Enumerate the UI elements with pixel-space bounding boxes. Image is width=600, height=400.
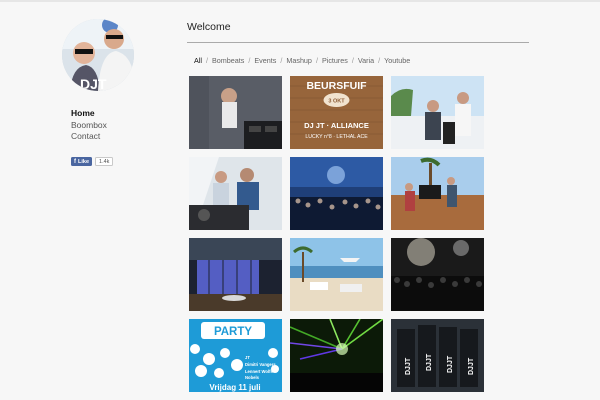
nav-boombox-link[interactable]: Boombox xyxy=(71,120,107,132)
gallery-item-glass-pavilion[interactable] xyxy=(189,238,282,311)
filter-pictures[interactable]: Pictures xyxy=(322,56,348,65)
facebook-like-button[interactable]: f Like xyxy=(71,157,93,166)
svg-text:JT: JT xyxy=(245,355,250,360)
filter-separator: / xyxy=(248,56,251,65)
filter-separator: / xyxy=(206,56,208,65)
svg-text:Dimitri Vangers: Dimitri Vangers xyxy=(245,362,276,367)
merch-label: DJJT xyxy=(426,353,433,371)
svg-text:Nobels: Nobels xyxy=(245,375,260,380)
filter-youtube[interactable]: Youtube xyxy=(384,56,410,65)
facebook-like-widget: f Like 1.4k xyxy=(71,157,114,166)
flyer-heading: PARTY xyxy=(214,326,252,338)
gallery-item-crowd-night[interactable] xyxy=(290,157,383,230)
filter-events[interactable]: Events xyxy=(254,56,276,65)
gallery-item-concert-crowd[interactable] xyxy=(391,238,484,311)
poster-line-2: LUCKY n°8 · LETHAL ACE xyxy=(305,134,368,140)
filter-separator: / xyxy=(378,56,381,65)
filter-varia[interactable]: Varia xyxy=(358,56,374,65)
page-title: Welcome xyxy=(187,21,231,33)
flyer-date: Vrijdag 11 juli xyxy=(209,383,260,392)
facebook-like-label: Like xyxy=(78,158,90,165)
svg-text:Lennert Wolfs: Lennert Wolfs xyxy=(245,369,274,374)
facebook-like-count: 1.4k xyxy=(95,157,114,166)
gallery-item-beach-stage[interactable] xyxy=(391,157,484,230)
gallery-item-dj-mixing[interactable] xyxy=(189,157,282,230)
filter-all[interactable]: All xyxy=(194,56,202,65)
profile-avatar[interactable]: DJT xyxy=(62,19,134,91)
gallery-item-djs-outdoor[interactable] xyxy=(391,76,484,149)
merch-label: DJJT xyxy=(468,357,475,375)
filter-separator: / xyxy=(315,56,318,65)
gallery-item-dj-at-decks[interactable] xyxy=(189,76,282,149)
category-filter-bar: All / Bombeats / Events / Mashup / Pictu… xyxy=(194,56,410,65)
filter-bombeats[interactable]: Bombeats xyxy=(212,56,244,65)
filter-separator: / xyxy=(351,56,354,65)
filter-separator: / xyxy=(280,56,283,65)
merch-label: DJJT xyxy=(405,357,412,375)
gallery-item-beach-lounge[interactable] xyxy=(290,238,383,311)
sidebar-nav: Home Boombox Contact xyxy=(71,108,107,143)
nav-contact-link[interactable]: Contact xyxy=(71,131,107,143)
svg-text:DJT: DJT xyxy=(80,76,107,91)
nav-home-link[interactable]: Home xyxy=(71,108,107,120)
gallery-item-laser-show[interactable] xyxy=(290,319,383,392)
poster-heading: BEURSFUIF xyxy=(306,80,367,92)
facebook-icon: f xyxy=(74,158,76,165)
merch-label: DJJT xyxy=(447,355,454,373)
gallery-item-party-flyer[interactable]: PARTY JT Dimitri Vangers Lennert Wolfs Nobe… xyxy=(189,319,282,392)
title-divider xyxy=(187,42,529,43)
poster-line-1: DJ JT · ALLIANCE xyxy=(304,121,369,130)
gallery-item-beursfuif-poster[interactable]: BEURSFUIF 3 OKT DJ JT · ALLIANCE LUCKY n… xyxy=(290,76,383,149)
gallery-item-djjt-merch[interactable]: DJJT DJJT DJJT DJJT xyxy=(391,319,484,392)
filter-mashup[interactable]: Mashup xyxy=(286,56,312,65)
poster-date: 3 OKT xyxy=(328,99,345,105)
top-border xyxy=(0,0,600,2)
